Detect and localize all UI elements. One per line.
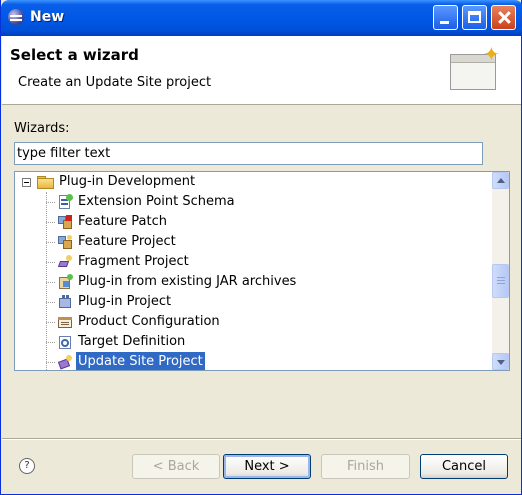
page-description: Create an Update Site project	[18, 75, 212, 90]
tree-item[interactable]: Plug-in from existing JAR archives	[15, 272, 493, 292]
minimize-button[interactable]	[433, 5, 458, 30]
tree-item[interactable]: Plug-in Project	[15, 292, 493, 312]
tree-item-label: Plug-in Project	[78, 294, 172, 309]
cancel-button[interactable]: Cancel	[420, 454, 508, 479]
tree-item-label: Feature Patch	[78, 214, 167, 229]
help-icon[interactable]: ?	[19, 458, 35, 474]
back-button[interactable]: < Back	[132, 454, 220, 479]
filter-input[interactable]	[14, 142, 483, 165]
tree-item[interactable]: Product Configuration	[15, 312, 493, 332]
tree-item[interactable]: Extension Point Schema	[15, 192, 493, 212]
tree-item[interactable]: Feature Project	[15, 232, 493, 252]
tree-group-plugin-development[interactable]: Plug-in Development	[15, 172, 493, 192]
target-definition-icon	[57, 334, 73, 350]
window-title: New	[30, 9, 65, 25]
fragment-project-icon	[57, 254, 73, 270]
button-bar-divider	[2, 438, 521, 440]
tree-group-label: Plug-in Development	[59, 174, 196, 189]
folder-open-icon	[37, 176, 54, 189]
next-button[interactable]: Next >	[223, 454, 311, 479]
page-title: Select a wizard	[10, 46, 139, 64]
tree-item[interactable]: Target Definition	[15, 332, 493, 352]
plugin-from-jar-icon	[57, 274, 73, 290]
product-configuration-icon	[57, 314, 73, 330]
wizard-banner-icon: ✦	[450, 42, 500, 94]
tree-item-label: Plug-in from existing JAR archives	[78, 274, 297, 289]
title-bar[interactable]: New	[1, 0, 522, 36]
close-button[interactable]	[491, 5, 516, 30]
feature-patch-icon	[57, 214, 73, 230]
tree-item-label: Update Site Project	[76, 352, 205, 370]
wizard-header: Select a wizard Create an Update Site pr…	[2, 36, 521, 105]
scroll-thumb[interactable]	[492, 264, 509, 298]
tree-item-label: Target Definition	[78, 334, 186, 349]
wizard-tree[interactable]: Plug-in Development Extension Point Sche…	[14, 171, 510, 371]
plugin-project-icon	[57, 294, 73, 310]
new-wizard-dialog: New Select a wizard Create an Update Sit…	[0, 0, 522, 495]
tree-item-label: Product Configuration	[78, 314, 220, 329]
update-site-project-icon	[57, 354, 73, 370]
scroll-down-button[interactable]	[492, 353, 509, 370]
maximize-button[interactable]	[462, 5, 487, 30]
tree-item-label: Fragment Project	[78, 254, 189, 269]
vertical-scrollbar[interactable]	[492, 172, 509, 370]
tree-item[interactable]: Fragment Project	[15, 252, 493, 272]
tree-item-selected[interactable]: Update Site Project	[15, 352, 493, 370]
tree-item-label: Extension Point Schema	[78, 194, 235, 209]
extension-point-schema-icon	[57, 194, 73, 210]
eclipse-icon	[8, 9, 24, 25]
collapse-icon[interactable]	[22, 178, 31, 187]
tree-item[interactable]: Feature Patch	[15, 212, 493, 232]
wizards-label: Wizards:	[14, 121, 70, 136]
feature-project-icon	[57, 234, 73, 250]
tree-item-label: Feature Project	[78, 234, 176, 249]
finish-button[interactable]: Finish	[321, 454, 410, 479]
scroll-up-button[interactable]	[492, 172, 509, 189]
